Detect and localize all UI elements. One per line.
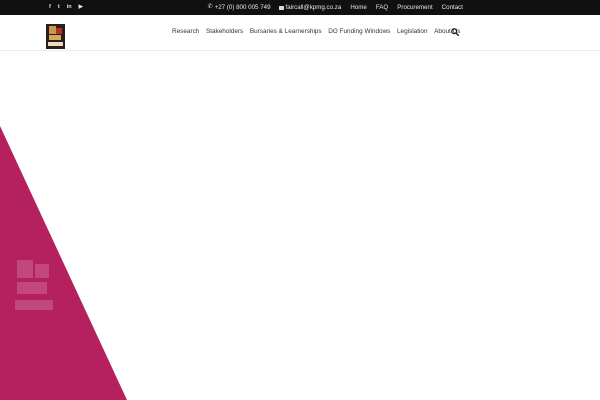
main-header: Research Stakeholders Bursaries & Learne… [0, 15, 600, 51]
nav-item-legislation[interactable]: Legislation [397, 28, 428, 35]
top-link-home[interactable]: Home [350, 0, 367, 15]
phone-icon: ✆ [207, 4, 213, 10]
nav-item-dg-funding[interactable]: DG Funding Windows [328, 28, 390, 35]
site-logo[interactable] [46, 24, 65, 49]
top-link-contact[interactable]: Contact [442, 0, 463, 15]
top-link-procurement[interactable]: Procurement [397, 0, 432, 15]
phone-link[interactable]: ✆ +27 (0) 800 005 749 [208, 0, 271, 15]
email-address: faircall@kpmg.co.za [285, 4, 342, 11]
top-contact-links: ✆ +27 (0) 800 005 749 faircall@kpmg.co.z… [208, 0, 463, 15]
watermark-logo [13, 256, 55, 316]
envelope-icon [278, 5, 284, 10]
nav-item-bursaries[interactable]: Bursaries & Learnerships [250, 28, 322, 35]
twitter-icon[interactable]: t [58, 0, 60, 15]
top-link-faq[interactable]: FAQ [376, 0, 388, 15]
phone-number: +27 (0) 800 005 749 [214, 4, 271, 11]
linkedin-icon[interactable]: in [67, 0, 72, 15]
youtube-icon[interactable]: ▶ [79, 0, 83, 15]
main-nav: Research Stakeholders Bursaries & Learne… [172, 28, 467, 35]
magenta-triangle-decoration [0, 126, 127, 400]
top-bar: f t in ▶ ✆ +27 (0) 800 005 749 faircall@… [0, 0, 600, 15]
email-link[interactable]: faircall@kpmg.co.za [278, 0, 342, 15]
nav-item-stakeholders[interactable]: Stakeholders [206, 28, 243, 35]
facebook-icon[interactable]: f [49, 0, 51, 15]
search-icon[interactable] [451, 28, 459, 36]
social-links: f t in ▶ [49, 0, 83, 15]
nav-item-research[interactable]: Research [172, 28, 199, 35]
hero-area [0, 52, 600, 400]
